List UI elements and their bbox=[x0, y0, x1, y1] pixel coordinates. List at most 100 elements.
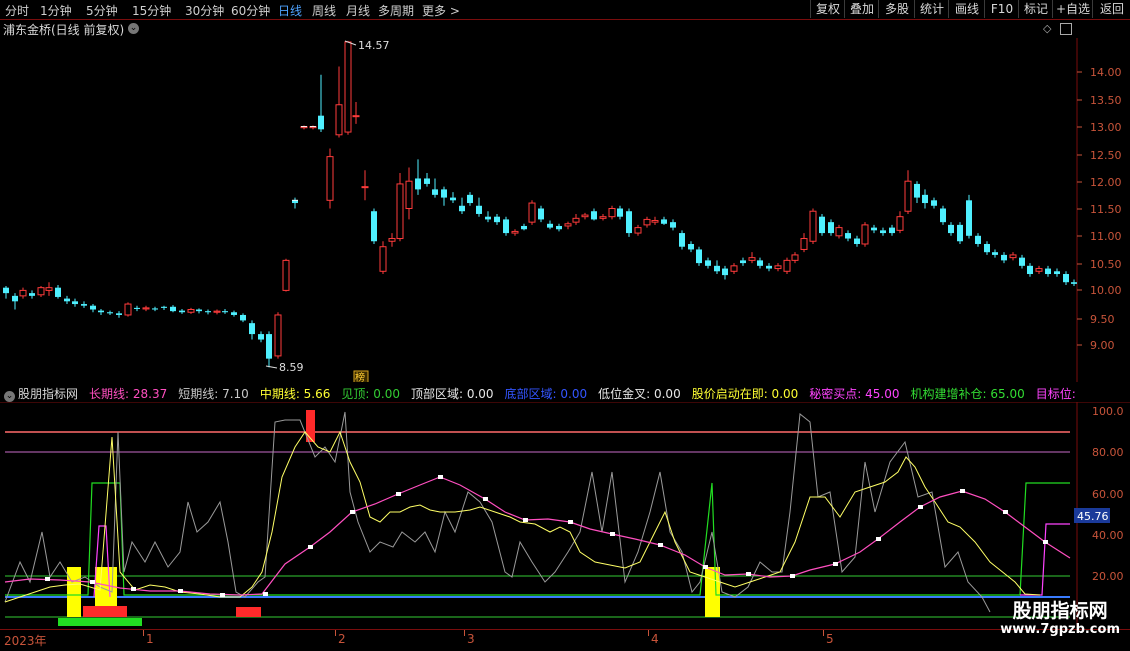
candle-body bbox=[766, 265, 772, 269]
watermark-url: www.7gpzb.com bbox=[1000, 622, 1120, 637]
candle-body bbox=[258, 334, 264, 340]
candle-body bbox=[161, 306, 167, 308]
price-tick: 10.50 bbox=[1090, 258, 1122, 271]
tab-multi-period[interactable]: 多周期 bbox=[378, 2, 414, 19]
diamond-icon[interactable]: ◇ bbox=[1043, 22, 1051, 35]
candle-body bbox=[714, 265, 720, 272]
date-label-feb: 2 bbox=[338, 632, 346, 646]
candle-body bbox=[344, 41, 352, 133]
tab-1min[interactable]: 1分钟 bbox=[40, 2, 72, 19]
tab-monthly[interactable]: 月线 bbox=[346, 2, 370, 19]
candle-body bbox=[494, 216, 500, 223]
candlestick-chart[interactable]: 14.00 13.50 13.00 12.50 12.00 11.50 11.0… bbox=[0, 38, 1130, 382]
candle-body bbox=[450, 197, 456, 201]
long-term-marker bbox=[790, 574, 795, 578]
bang-tag-label: 榜 bbox=[355, 371, 365, 382]
overlay-button[interactable]: 叠加 bbox=[844, 0, 879, 18]
panel-toggle-icon[interactable] bbox=[1060, 23, 1072, 35]
long-term-marker bbox=[131, 587, 136, 591]
candle-body bbox=[819, 216, 825, 234]
signal-bar bbox=[83, 606, 127, 617]
signal-bar bbox=[236, 607, 261, 617]
candle-body bbox=[326, 156, 334, 201]
long-term-marker bbox=[658, 543, 663, 547]
indicator-value: 中期线: 5.66 bbox=[259, 387, 331, 401]
tab-15min[interactable]: 15分钟 bbox=[132, 2, 171, 19]
long-term-marker bbox=[483, 497, 488, 501]
candle-body bbox=[740, 260, 746, 264]
long-term-marker bbox=[438, 475, 443, 479]
indicator-tick: 60.00 bbox=[1092, 488, 1124, 501]
candle-body bbox=[705, 260, 711, 266]
chart-title-bar: 浦东金桥(日线 前复权) ⌄ ◇ bbox=[0, 20, 1075, 38]
multi-stock-button[interactable]: 多股 bbox=[878, 0, 915, 18]
long-term-marker bbox=[833, 562, 838, 566]
candle-body bbox=[90, 305, 96, 310]
chevron-down-icon[interactable]: ⌄ bbox=[128, 23, 139, 34]
candle-body bbox=[152, 308, 158, 310]
price-tick: 11.00 bbox=[1090, 230, 1122, 243]
candle-body bbox=[521, 225, 527, 230]
candle-body bbox=[800, 238, 808, 250]
long-term-marker bbox=[178, 589, 183, 593]
candle-body bbox=[64, 298, 70, 302]
candle-body bbox=[45, 287, 53, 291]
candle-body bbox=[19, 289, 27, 297]
candle-body bbox=[626, 211, 632, 234]
price-tick: 13.00 bbox=[1090, 121, 1122, 134]
indicator-name[interactable]: 股朋指标网 bbox=[18, 387, 78, 401]
price-tick: 10.00 bbox=[1090, 284, 1122, 297]
candle-body bbox=[547, 223, 553, 228]
candle-body bbox=[405, 180, 413, 209]
tab-30min[interactable]: 30分钟 bbox=[185, 2, 224, 19]
fuquan-button[interactable]: 复权 bbox=[810, 0, 845, 18]
candle-body bbox=[124, 303, 132, 316]
tab-weekly[interactable]: 周线 bbox=[312, 2, 336, 19]
candle-body bbox=[861, 224, 869, 245]
candle-body bbox=[1019, 257, 1025, 266]
tab-60min[interactable]: 60分钟 bbox=[231, 2, 270, 19]
tab-more[interactable]: 更多 > bbox=[422, 2, 460, 19]
candle-body bbox=[984, 243, 990, 253]
draw-line-button[interactable]: 画线 bbox=[948, 0, 985, 18]
long-term-marker bbox=[220, 593, 225, 597]
tab-fenshi[interactable]: 分时 bbox=[5, 2, 29, 19]
f10-button[interactable]: F10 bbox=[984, 0, 1019, 18]
candle-body bbox=[134, 307, 140, 309]
candle-body bbox=[634, 227, 642, 234]
candle-body bbox=[72, 301, 78, 305]
candle-body bbox=[1035, 268, 1043, 272]
chevron-down-icon[interactable]: ⌄ bbox=[4, 391, 15, 402]
candle-body bbox=[231, 312, 237, 315]
indicator-tick: 100.0 bbox=[1092, 405, 1124, 418]
candle-body bbox=[572, 217, 580, 223]
candle-body bbox=[55, 287, 61, 297]
candle-body bbox=[670, 222, 676, 228]
back-button[interactable]: 返回 bbox=[1092, 0, 1130, 18]
high-price-label: 14.57 bbox=[358, 39, 390, 52]
tab-5min[interactable]: 5分钟 bbox=[86, 2, 118, 19]
long-term-markers bbox=[45, 475, 1048, 597]
statistics-button[interactable]: 统计 bbox=[914, 0, 949, 18]
watermark-title: 股朋指标网 bbox=[1012, 600, 1108, 622]
add-watchlist-button[interactable]: +自选 bbox=[1052, 0, 1093, 18]
candle-body bbox=[361, 186, 369, 189]
candle-body bbox=[441, 189, 447, 198]
candle-body bbox=[748, 257, 756, 261]
candle-body bbox=[432, 189, 438, 195]
candle-body bbox=[914, 183, 920, 198]
candle-body bbox=[722, 268, 728, 276]
candle-body bbox=[564, 223, 572, 227]
stock-title[interactable]: 浦东金桥(日线 前复权) bbox=[3, 21, 124, 38]
candle-body bbox=[222, 311, 228, 313]
candle-body bbox=[854, 238, 860, 244]
long-term-marker bbox=[350, 510, 355, 514]
candle-body bbox=[1045, 268, 1051, 275]
indicator-tick: 40.00 bbox=[1092, 529, 1124, 542]
candle-body bbox=[388, 238, 396, 242]
current-value-label: 45.76 bbox=[1077, 510, 1109, 523]
indicator-chart[interactable]: 100.0 80.00 60.00 40.00 20.00 45.76 bbox=[0, 402, 1130, 628]
date-label-jan: 1 bbox=[146, 632, 154, 646]
tab-daily[interactable]: 日线 bbox=[278, 2, 302, 19]
mark-button[interactable]: 标记 bbox=[1018, 0, 1053, 18]
